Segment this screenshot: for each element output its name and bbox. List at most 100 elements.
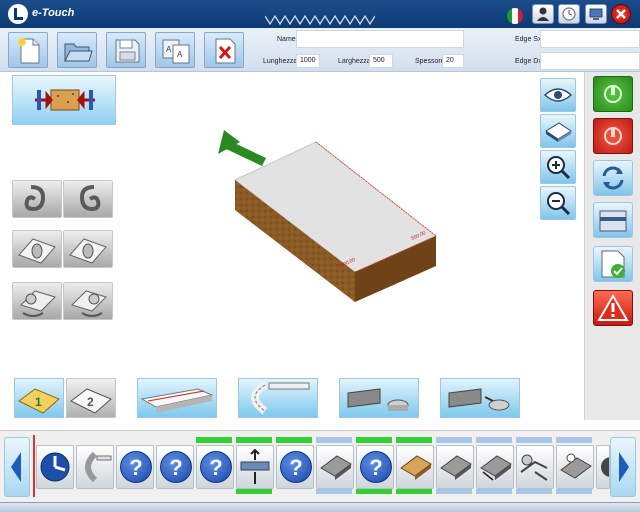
sequence-item-polish[interactable] [556,445,594,489]
title-bar: e-Touch [0,0,640,28]
sequence-item-start[interactable] [36,445,74,489]
sequence-item-undefined-1[interactable]: ? [116,445,154,489]
edge-dx-label: Edge Dx [515,58,542,65]
zoom-out-button[interactable] [540,186,576,220]
chevron-right-icon [619,452,629,482]
sequence-item-partial[interactable] [596,445,610,489]
name-field[interactable] [296,30,464,48]
tool-partial-icon [601,457,609,477]
sequence-item-trim-2[interactable] [436,445,474,489]
gluing-unit-icon [140,388,214,413]
corner-round-icon [18,238,56,264]
stop-button[interactable] [593,118,633,154]
progress-indicator [516,489,552,494]
stop-power-icon [604,127,622,145]
corner-trim-unit-button[interactable] [440,378,520,418]
progress-indicator [356,489,392,494]
edge-trim-right-button[interactable] [63,282,113,320]
cycle-reset-button[interactable] [593,160,633,196]
start-button[interactable] [593,76,633,112]
sequence-item-undefined-4[interactable]: ? [276,445,314,489]
pull-down-handle[interactable] [264,13,376,26]
edge-trim-icon [71,290,107,317]
edge-profile-right-button[interactable] [63,180,113,218]
edge-roller-icon [85,451,112,483]
user-icon [537,7,549,21]
progress-indicator [476,489,512,494]
sequence-item-scraper[interactable] [476,445,514,489]
delete-icon [215,38,236,64]
question-icon: ? [200,451,232,483]
machine-setup-button[interactable] [593,202,633,238]
trim-tool-icon [440,455,472,480]
edge-dx-field[interactable] [540,52,640,70]
operation-sequence-strip: ? ? ? ? ? [0,430,640,502]
operator-button[interactable] [532,4,554,24]
sequence-prev-button[interactable] [4,437,30,497]
panel-view-button[interactable] [540,114,576,148]
step1-mode-button[interactable]: 1 [14,378,64,418]
save-as-icon: AA [162,39,190,64]
svg-text:2: 2 [87,395,94,409]
sequence-item-roller[interactable] [76,445,114,489]
clock-button[interactable] [558,4,580,24]
width-label: Larghezza [338,58,371,65]
chevron-left-icon [11,452,21,482]
edge-sx-label: Edge Sx [515,36,542,43]
start-power-icon [604,85,622,103]
close-app-button[interactable] [611,4,631,24]
sequence-item-panel[interactable] [396,445,434,489]
italian-flag-icon[interactable] [507,8,523,24]
delete-project-button[interactable] [204,32,244,68]
corner-round-left-button[interactable] [12,230,62,268]
close-icon [616,9,626,19]
progress-indicator [556,437,592,443]
zoom-in-button[interactable] [540,150,576,184]
sequence-item-corner[interactable] [516,445,554,489]
progress-indicator [236,489,272,494]
panel-model [234,141,437,302]
alarms-button[interactable] [593,290,633,326]
edge-sx-field[interactable] [540,30,640,48]
network-button[interactable] [585,4,607,24]
sequence-next-button[interactable] [610,437,636,497]
open-project-button[interactable] [57,32,97,68]
new-project-button[interactable] [8,32,48,68]
project-toolbar: AA Name Lunghezza 1000 Larghezza 500 Spe… [0,28,640,72]
sequence-item-undefined-5[interactable]: ? [356,445,394,489]
step-1-icon: 1 [18,388,60,414]
save-project-button[interactable] [106,32,146,68]
sequence-item-undefined-2[interactable]: ? [156,445,194,489]
panel-3d-viewer[interactable]: 500.00 1000.00 [120,72,538,380]
length-field[interactable]: 1000 [296,54,320,68]
progress-indicator [396,437,432,443]
panel-load-tool-button[interactable] [12,75,116,125]
corner-rounder-icon [520,454,548,481]
step2-mode-button[interactable]: 2 [66,378,116,418]
progress-indicator [436,437,472,443]
check-program-button[interactable] [593,246,633,282]
progress-indicator [316,489,352,494]
question-icon: ? [120,451,152,483]
sequence-item-undefined-3[interactable]: ? [196,445,234,489]
corner-trim-icon [448,388,510,411]
end-trim-icon [347,388,409,411]
trim-tool-icon [320,455,352,480]
edge-profile-left-button[interactable] [12,180,62,218]
view-toggle-button[interactable] [540,78,576,112]
sequence-item-trim-1[interactable] [316,445,354,489]
zoom-in-icon [547,156,571,180]
edge-trim-left-button[interactable] [12,282,62,320]
zoom-out-icon [547,192,571,216]
sequence-item-thickness[interactable] [236,445,274,489]
progress-indicator [356,437,392,443]
corner-round-right-button[interactable] [63,230,113,268]
edge-roller-button[interactable] [238,378,318,418]
save-as-button[interactable]: AA [155,32,195,68]
gluing-unit-button[interactable] [137,378,217,418]
end-trim-unit-button[interactable] [339,378,419,418]
width-field[interactable]: 500 [369,54,393,68]
sequence-cursor-marker [33,435,35,497]
thickness-field[interactable]: 20 [442,54,464,68]
thickness-adjust-icon [240,448,270,484]
